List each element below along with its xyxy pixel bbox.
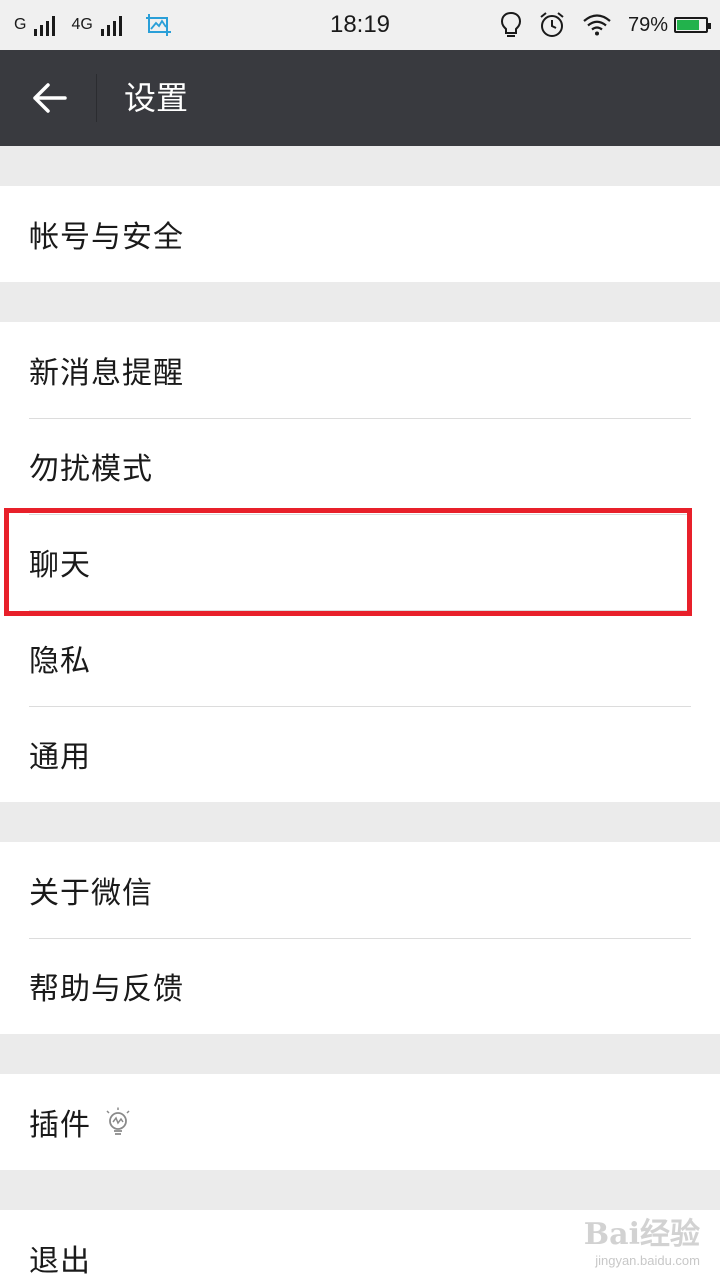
settings-item-chat[interactable]: 聊天 [0,514,720,610]
watermark-brand: Bai经验 [584,1209,700,1253]
back-arrow-icon [33,83,67,113]
settings-item-label: 帐号与安全 [29,220,184,255]
watermark-brand-text: Bai经验 [583,1217,700,1252]
settings-group-account: 帐号与安全 [0,186,720,282]
settings-item-label: 聊天 [29,548,91,583]
status-bar: G 4G 18:19 79% [0,0,720,50]
settings-item-do-not-disturb[interactable]: 勿扰模式 [0,418,720,514]
settings-item-label: 关于微信 [29,876,153,911]
settings-item-about[interactable]: 关于微信 [0,842,720,938]
settings-item-notifications[interactable]: 新消息提醒 [0,322,720,418]
status-right: 79% [500,0,711,50]
settings-item-label: 插件 [29,1108,91,1143]
settings-item-account-security[interactable]: 帐号与安全 [0,186,720,282]
battery-percent: 79% [627,13,668,36]
title-divider [96,74,97,122]
settings-group-about: 关于微信 帮助与反馈 [0,842,720,1034]
settings-group-main: 新消息提醒 勿扰模式 聊天 隐私 通用 [0,322,720,802]
alarm-icon [538,11,566,39]
battery-group: 79% [627,13,711,37]
settings-item-help-feedback[interactable]: 帮助与反馈 [0,938,720,1034]
settings-item-label: 新消息提醒 [29,356,184,391]
settings-item-label: 通用 [29,740,91,775]
title-bar: 设置 [0,50,720,146]
settings-item-label: 隐私 [29,644,91,679]
wifi-icon [582,13,612,37]
settings-item-general[interactable]: 通用 [0,706,720,802]
bulb-icon [500,11,522,39]
settings-item-label: 退出 [29,1244,91,1279]
settings-item-privacy[interactable]: 隐私 [0,610,720,706]
battery-level [677,20,700,30]
lightbulb-icon [105,1107,131,1137]
watermark: Bai经验 jingyan.baidu.com [584,1209,700,1268]
settings-item-label: 帮助与反馈 [29,972,184,1007]
settings-group-plugins: 插件 [0,1074,720,1170]
battery-icon [674,17,711,33]
settings-item-label: 勿扰模式 [29,452,153,487]
page-title: 设置 [124,79,189,117]
settings-item-plugins[interactable]: 插件 [0,1074,720,1170]
watermark-url: jingyan.baidu.com [595,1253,700,1268]
back-button[interactable] [22,70,78,126]
